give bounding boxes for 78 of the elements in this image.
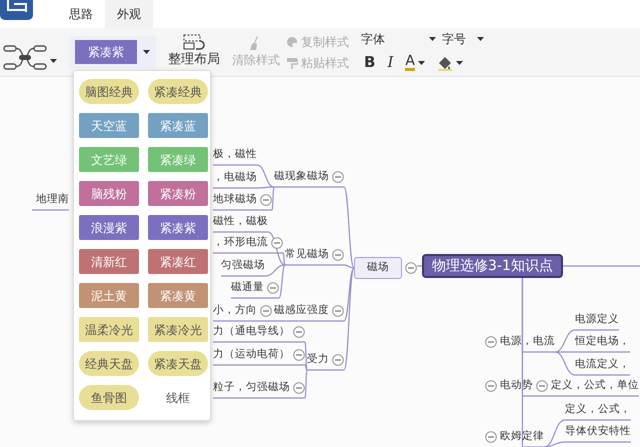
caret-icon[interactable] bbox=[50, 58, 57, 63]
collapse-button[interactable] bbox=[271, 237, 283, 249]
topic-label[interactable]: 地理南 bbox=[36, 192, 69, 208]
collapse-button[interactable] bbox=[405, 262, 417, 274]
collapse-button[interactable] bbox=[485, 336, 497, 348]
topic-label[interactable]: 力（运动电荷） bbox=[213, 347, 290, 363]
topic-label[interactable]: 地球磁场 bbox=[213, 192, 257, 208]
collapse-button[interactable] bbox=[536, 380, 548, 392]
topic-label[interactable]: 粒子，匀强磁场 bbox=[213, 380, 290, 396]
bold-button[interactable]: B bbox=[364, 51, 376, 74]
topic-label[interactable]: 电源定义 bbox=[575, 312, 619, 328]
caret-icon[interactable] bbox=[477, 37, 484, 42]
topic-label[interactable]: 定义，公式，单位 bbox=[551, 378, 639, 394]
theme-option[interactable]: 鱼骨图 bbox=[79, 385, 139, 410]
theme-option[interactable]: 紧凑天盘 bbox=[148, 351, 208, 376]
font-family-select[interactable]: 字体 bbox=[361, 30, 385, 48]
collapse-button[interactable] bbox=[267, 282, 279, 294]
structure-icon[interactable] bbox=[3, 44, 47, 72]
topic-label[interactable]: 极，磁性 bbox=[213, 147, 257, 163]
app-logo bbox=[0, 0, 33, 20]
collapse-button[interactable] bbox=[260, 305, 272, 317]
topic-label[interactable]: 导体伏安特性 bbox=[565, 424, 631, 440]
connector-line bbox=[32, 209, 69, 211]
theme-option[interactable]: 紧凑经典 bbox=[148, 79, 208, 104]
tidy-layout-button[interactable]: 整理布局 bbox=[168, 50, 220, 70]
fill-color-icon[interactable] bbox=[436, 54, 453, 70]
tab[interactable]: 思路 bbox=[57, 0, 105, 28]
theme-option[interactable]: 紧凑冷光 bbox=[148, 317, 208, 342]
theme-option[interactable]: 经典天盘 bbox=[79, 351, 139, 376]
caret-icon[interactable] bbox=[429, 37, 436, 42]
collapse-button[interactable] bbox=[293, 349, 305, 361]
collapse-button[interactable] bbox=[260, 194, 272, 206]
theme-option[interactable]: 线框 bbox=[148, 385, 208, 410]
collapse-button[interactable] bbox=[485, 431, 497, 443]
font-size-select[interactable]: 字号 bbox=[442, 30, 466, 48]
theme-option[interactable]: 脑图经典 bbox=[79, 79, 139, 104]
tab[interactable]: 外观 bbox=[105, 0, 153, 28]
collapse-button[interactable] bbox=[332, 305, 344, 317]
collapse-button[interactable] bbox=[293, 382, 305, 394]
theme-selector[interactable]: 紧凑紫 bbox=[69, 36, 156, 68]
topic-label[interactable]: 磁通量 bbox=[231, 280, 264, 296]
collapse-button[interactable] bbox=[332, 249, 344, 261]
topic-node[interactable]: 磁场 bbox=[354, 257, 402, 279]
root-topic[interactable]: 物理选修3-1知识点 bbox=[422, 254, 563, 278]
theme-option[interactable]: 紧凑紫 bbox=[148, 215, 208, 240]
topic-label[interactable]: 定义，公式， bbox=[565, 402, 631, 418]
italic-button[interactable]: I bbox=[387, 51, 394, 74]
collapse-button[interactable] bbox=[485, 380, 497, 392]
topic-label[interactable]: 欧姆定律 bbox=[500, 429, 544, 445]
topic-label[interactable]: 力（通电导线） bbox=[213, 324, 290, 340]
topic-label[interactable]: 恒定电场， bbox=[575, 334, 630, 350]
palette-icon bbox=[286, 36, 298, 48]
theme-button[interactable]: 紧凑紫 bbox=[75, 40, 137, 64]
caret-icon[interactable] bbox=[456, 60, 463, 64]
collapse-button[interactable] bbox=[332, 354, 344, 366]
font-color-button[interactable]: A bbox=[405, 54, 415, 71]
theme-option[interactable]: 浪漫紫 bbox=[79, 215, 139, 240]
topic-label[interactable]: 小，方向 bbox=[213, 303, 257, 319]
topic-label[interactable]: 磁感应强度 bbox=[274, 303, 329, 319]
topic-label[interactable]: 电动势 bbox=[500, 378, 533, 394]
caret-icon[interactable] bbox=[418, 60, 425, 64]
topic-label[interactable]: ，电磁场 bbox=[213, 170, 257, 186]
theme-option[interactable]: 紧凑红 bbox=[148, 249, 208, 274]
topic-label[interactable]: 匀强磁场 bbox=[221, 258, 265, 274]
roller-icon bbox=[286, 56, 298, 68]
topic-label[interactable]: 电流定义， bbox=[575, 357, 630, 373]
theme-option[interactable]: 温柔冷光 bbox=[79, 317, 139, 342]
collapse-button[interactable] bbox=[332, 171, 344, 183]
topic-label[interactable]: 电源，电流 bbox=[500, 334, 555, 350]
topic-label[interactable]: 磁现象磁场 bbox=[274, 169, 329, 185]
topic-label[interactable]: 磁性，磁极 bbox=[213, 214, 268, 230]
topic-label[interactable]: ，环形电流 bbox=[213, 235, 268, 251]
topic-label[interactable]: 常见磁场 bbox=[285, 247, 329, 263]
topic-label[interactable]: 受力 bbox=[307, 352, 329, 368]
theme-option[interactable]: 清新红 bbox=[79, 249, 139, 274]
layout-icon[interactable] bbox=[183, 34, 205, 50]
caret-icon[interactable] bbox=[143, 50, 150, 54]
collapse-button[interactable] bbox=[293, 326, 305, 338]
